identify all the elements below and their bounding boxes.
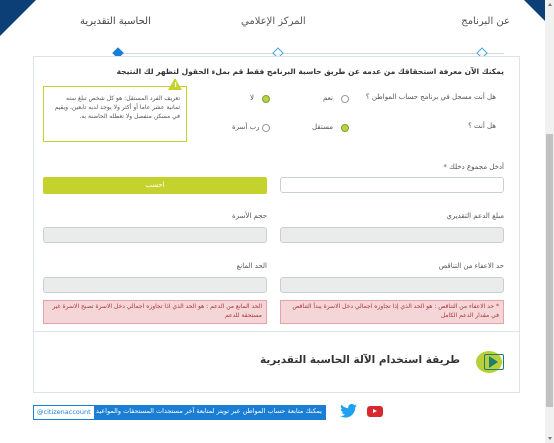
tab-about[interactable]: عن البرنامج <box>461 16 510 27</box>
radio-status-head[interactable] <box>262 124 270 132</box>
radio-status-independent-label: مستقل <box>312 123 333 131</box>
video-title[interactable]: طريقة استخدام الآلة الحاسبة التقديرية <box>260 354 460 366</box>
radio-status-independent[interactable] <box>341 124 349 132</box>
max-limit-hint: الحد المانع من الدعم : هو الحد الذي اذا … <box>43 300 267 324</box>
scrollbar-thumb[interactable] <box>546 134 553 407</box>
income-input[interactable] <box>280 177 504 193</box>
family-size-field <box>43 227 267 243</box>
radio-registered-yes[interactable] <box>341 95 349 103</box>
play-icon[interactable] <box>489 356 498 368</box>
brand-corner-left <box>0 0 36 36</box>
step-tabs: عن البرنامج المركز الإعلامي الحاسبة التق… <box>36 0 514 62</box>
independent-definition-note: تعريف الفرد المستقل: هو كل شخص تبلغ سنه … <box>43 86 187 142</box>
question-status: هل أنت ؟ <box>468 122 496 130</box>
radio-status-head-label: رب أسرة <box>232 123 260 131</box>
twitter-follow-text: يمكنك متابعة حساب المواطن عبر تويتر لمتا… <box>95 407 322 415</box>
radio-registered-yes-label: نعم <box>323 94 333 102</box>
radio-registered-no-label: لا <box>250 94 254 102</box>
support-amount-label: مبلغ الدعم التقديري <box>446 212 504 220</box>
scroll-down-icon[interactable] <box>548 437 552 440</box>
tab-progress-line <box>118 53 504 54</box>
support-amount-field <box>280 227 504 243</box>
scroll-up-icon[interactable] <box>548 3 552 6</box>
income-label: أدخل مجموع دخلك * <box>443 163 504 171</box>
exemption-limit-field <box>280 277 504 293</box>
radio-registered-no[interactable] <box>262 95 270 103</box>
question-registered: هل أنت مسجل في برنامج حساب المواطن ؟ <box>365 93 496 101</box>
twitter-follow-bar[interactable]: يمكنك متابعة حساب المواطن عبر تويتر لمتا… <box>33 405 326 420</box>
twitter-handle[interactable]: @citizenaccount <box>33 405 95 420</box>
note-text: تعريف الفرد المستقل: هو كل شخص تبلغ سنه … <box>54 95 180 120</box>
scrollbar[interactable] <box>545 0 554 443</box>
calculate-button[interactable]: احسب <box>43 177 267 194</box>
tab-media-center[interactable]: المركز الإعلامي <box>241 16 306 27</box>
max-limit-field <box>43 277 267 293</box>
twitter-icon[interactable] <box>340 404 357 418</box>
tab-estimator[interactable]: الحاسبة التقديرية <box>80 16 151 27</box>
warning-mark: ! <box>174 81 178 89</box>
max-limit-label: الحد المانع <box>236 262 267 270</box>
youtube-play-glyph <box>373 409 377 413</box>
exemption-limit-label: حد الاعفاء من التناقص <box>438 262 504 270</box>
exemption-limit-hint: * حد الاعفاء من التناقص : هو الحد الذي إ… <box>280 300 504 324</box>
calculator-heading: يمكنك الآن معرفة استحقاقك من عدمه عن طري… <box>116 67 504 76</box>
family-size-label: حجم الأسرة <box>231 212 267 220</box>
